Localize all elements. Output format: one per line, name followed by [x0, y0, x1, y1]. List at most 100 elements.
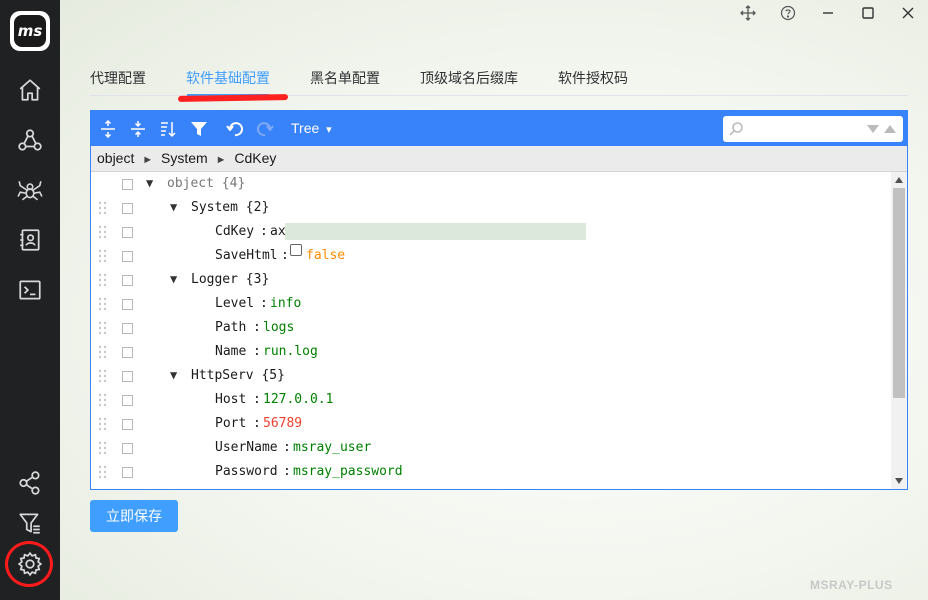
config-tabs: 代理配置 软件基础配置 黑名单配置 顶级域名后缀库 软件授权码 — [90, 60, 908, 102]
transform-filter-button[interactable] — [186, 116, 212, 142]
key-separator: : — [260, 296, 268, 311]
tab-license-code[interactable]: 软件授权码 — [558, 68, 628, 88]
drag-handle-icon[interactable] — [98, 345, 108, 359]
move-button[interactable] — [728, 0, 768, 26]
field-value-level[interactable]: info — [270, 296, 301, 311]
mode-switch-button[interactable]: Tree ▾ — [291, 120, 332, 136]
key-separator: : — [283, 464, 291, 479]
field-key-username[interactable]: UserName — [215, 440, 278, 455]
scrollbar-thumb[interactable] — [893, 188, 905, 398]
maximize-button[interactable] — [848, 0, 888, 26]
app-logo: ms — [10, 11, 50, 51]
field-key-port[interactable]: Port — [215, 416, 246, 431]
share-nodes-icon — [19, 471, 40, 495]
context-menu-button[interactable] — [122, 275, 133, 286]
field-key-name[interactable]: Name — [215, 344, 246, 359]
context-menu-button[interactable] — [122, 323, 133, 334]
field-value-cdkey[interactable]: ax — [270, 224, 286, 239]
undo-button[interactable] — [222, 116, 248, 142]
key-separator: : — [283, 440, 291, 455]
scroll-down-icon[interactable] — [895, 478, 903, 484]
maximize-icon — [862, 7, 874, 19]
tab-basic-config[interactable]: 软件基础配置 — [186, 68, 270, 88]
close-button[interactable] — [888, 0, 928, 26]
sidebar-item-spider[interactable] — [15, 175, 45, 205]
drag-handle-icon[interactable] — [98, 297, 108, 311]
expand-toggle-icon[interactable]: ▼ — [146, 176, 153, 190]
tab-blacklist-config[interactable]: 黑名单配置 — [310, 68, 380, 88]
field-value-port[interactable]: 56789 — [263, 416, 302, 431]
savehtml-checkbox[interactable] — [290, 244, 302, 256]
sidebar-item-network[interactable] — [15, 125, 45, 155]
expand-toggle-icon[interactable]: ▼ — [170, 272, 177, 286]
drag-handle-icon[interactable] — [98, 369, 108, 383]
breadcrumb-item-object[interactable]: object — [97, 150, 134, 166]
tree-row-root: ▼ object {4} — [91, 172, 891, 196]
redo-button[interactable] — [252, 116, 278, 142]
search-box — [723, 116, 903, 142]
context-menu-button[interactable] — [122, 299, 133, 310]
tab-tld-suffix-library[interactable]: 顶级域名后缀库 — [420, 68, 518, 88]
sidebar-item-terminal[interactable] — [15, 275, 45, 305]
field-value-name[interactable]: run.log — [263, 344, 318, 359]
context-menu-button[interactable] — [122, 419, 133, 430]
filter-icon — [191, 122, 207, 136]
field-value-savehtml[interactable]: false — [306, 248, 345, 263]
tab-proxy-config[interactable]: 代理配置 — [90, 68, 146, 88]
save-now-button[interactable]: 立即保存 — [90, 500, 178, 532]
minimize-button[interactable] — [808, 0, 848, 26]
field-key-host[interactable]: Host — [215, 392, 246, 407]
context-menu-button[interactable] — [122, 227, 133, 238]
field-key-password[interactable]: Password — [215, 464, 278, 479]
context-menu-button[interactable] — [122, 467, 133, 478]
tree-scrollbar[interactable] — [891, 172, 907, 489]
field-value-path[interactable]: logs — [263, 320, 294, 335]
expand-all-button[interactable] — [95, 116, 121, 142]
field-key-level[interactable]: Level — [215, 296, 254, 311]
context-menu-button[interactable] — [122, 347, 133, 358]
tree-row-port: Port : 56789 — [91, 412, 891, 436]
drag-handle-icon[interactable] — [98, 321, 108, 335]
field-value-password[interactable]: msray_password — [293, 464, 403, 479]
drag-handle-icon[interactable] — [98, 273, 108, 287]
search-input[interactable] — [747, 119, 857, 139]
breadcrumb-item-system[interactable]: System — [161, 150, 208, 166]
help-button[interactable] — [768, 0, 808, 26]
context-menu-button[interactable] — [122, 179, 133, 190]
field-key-savehtml[interactable]: SaveHtml — [215, 248, 278, 263]
field-key-cdkey[interactable]: CdKey — [215, 224, 254, 239]
drag-handle-icon[interactable] — [98, 393, 108, 407]
sidebar-item-home[interactable] — [15, 75, 45, 105]
breadcrumb-item-cdkey[interactable]: CdKey — [234, 150, 276, 166]
drag-handle-icon[interactable] — [98, 417, 108, 431]
scroll-up-icon[interactable] — [895, 177, 903, 183]
context-menu-button[interactable] — [122, 203, 133, 214]
drag-handle-icon[interactable] — [98, 225, 108, 239]
field-value-username[interactable]: msray_user — [293, 440, 371, 455]
node-key-httpserv[interactable]: HttpServ {5} — [191, 368, 285, 383]
context-menu-button[interactable] — [122, 443, 133, 454]
sidebar-item-share[interactable] — [15, 468, 45, 498]
expand-toggle-icon[interactable]: ▼ — [170, 200, 177, 214]
sort-button[interactable] — [155, 116, 181, 142]
sidebar-item-contacts[interactable] — [15, 225, 45, 255]
field-key-path[interactable]: Path — [215, 320, 246, 335]
sidebar-item-filter[interactable] — [15, 508, 45, 538]
collapse-all-button[interactable] — [125, 116, 151, 142]
context-menu-button[interactable] — [122, 371, 133, 382]
field-value-host[interactable]: 127.0.0.1 — [263, 392, 333, 407]
json-editor: Tree ▾ object ► System ► CdKey ▼ object … — [90, 110, 908, 490]
drag-handle-icon[interactable] — [98, 201, 108, 215]
node-key-system[interactable]: System {2} — [191, 200, 269, 215]
drag-handle-icon[interactable] — [98, 249, 108, 263]
tree-row-name: Name : run.log — [91, 340, 891, 364]
context-menu-button[interactable] — [122, 251, 133, 262]
search-previous-icon[interactable] — [883, 124, 897, 134]
search-next-icon[interactable] — [866, 124, 880, 134]
key-separator: : — [260, 224, 268, 239]
drag-handle-icon[interactable] — [98, 441, 108, 455]
drag-handle-icon[interactable] — [98, 465, 108, 479]
expand-toggle-icon[interactable]: ▼ — [170, 368, 177, 382]
context-menu-button[interactable] — [122, 395, 133, 406]
node-key-logger[interactable]: Logger {3} — [191, 272, 269, 287]
